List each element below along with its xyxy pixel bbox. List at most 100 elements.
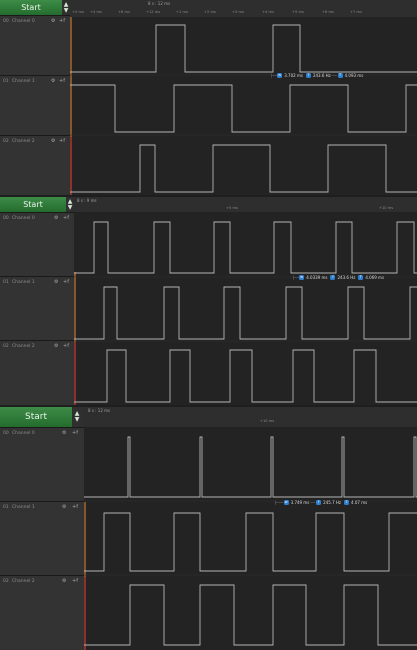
- width-icon: w: [283, 500, 289, 505]
- tick-label: +10 ms: [379, 206, 394, 210]
- plus-f-icon[interactable]: +f: [63, 215, 69, 221]
- tick-label: +7 ms: [350, 10, 362, 14]
- channel-label-1[interactable]: 01 Channel 1 ⚙ +f: [0, 75, 70, 135]
- channel-number: 00: [3, 431, 9, 436]
- plus-f-icon[interactable]: +f: [72, 430, 78, 436]
- channel-label-1[interactable]: 01 Channel 1 ⚙ +f: [0, 276, 74, 340]
- channel-number: 01: [3, 79, 9, 84]
- channel-1-waveform: [70, 84, 417, 133]
- tick-label: +0 ms: [72, 10, 84, 14]
- period-value: 4.093 ms: [344, 73, 364, 78]
- plus-f-icon[interactable]: +f: [63, 343, 69, 349]
- channel-0-waveform: [84, 436, 417, 498]
- channel-2-waveform: [84, 584, 417, 646]
- measure-bracket: ├──: [270, 73, 278, 78]
- plus-f-icon[interactable]: +f: [59, 18, 65, 24]
- tick-label: +12 ms: [146, 10, 161, 14]
- measure-bracket: ├───: [274, 500, 284, 505]
- channel-name: Channel 1: [12, 280, 35, 285]
- measurement-readout[interactable]: ├─── w 3.749 ms ── f 245.7 Hz T 4.07 ms: [274, 500, 367, 505]
- channel-1-waveform: [74, 286, 417, 340]
- tick-label: +4 ms: [90, 10, 102, 14]
- gear-icon[interactable]: ⚙: [51, 138, 55, 144]
- timeline-ruler[interactable]: 8 s : 12 ms +10 ms: [84, 407, 417, 428]
- channel-label-0[interactable]: 00 Channel 0 ⚙ +f: [0, 212, 74, 276]
- plus-f-icon[interactable]: +f: [63, 279, 69, 285]
- plus-f-icon[interactable]: +f: [72, 578, 78, 584]
- frequency-icon: f: [330, 275, 336, 280]
- period-icon: T: [344, 500, 350, 505]
- width-icon: w: [299, 275, 305, 280]
- gear-icon[interactable]: ⚙: [51, 18, 55, 24]
- channel-name: Channel 0: [12, 19, 35, 24]
- measure-bracket: ├──: [292, 275, 300, 280]
- waveform-area[interactable]: ├── w 3.702 ms f 243.6 Hz ── T 4.093 ms: [70, 17, 417, 195]
- chevron-down-icon: ▼: [67, 203, 73, 211]
- channel-name: Channel 0: [12, 431, 35, 436]
- capture-panel-3: Start ▲ ▼ 00 Channel 0 ⚙ +f 01 Channel 1 …: [0, 407, 417, 650]
- plus-f-icon[interactable]: +f: [72, 504, 78, 510]
- channel-name: Channel 1: [12, 79, 35, 84]
- plus-f-icon[interactable]: +f: [59, 78, 65, 84]
- start-button[interactable]: Start: [0, 407, 72, 428]
- channel-label-2[interactable]: 02 Channel 2 ⚙ +f: [0, 340, 74, 405]
- chevron-down-icon: ▼: [63, 6, 69, 14]
- measurement-readout[interactable]: ├── w 3.702 ms f 243.6 Hz ── T 4.093 ms: [270, 73, 363, 78]
- measure-line: ──: [331, 73, 337, 78]
- chevron-down-icon: ▼: [74, 416, 80, 423]
- channel-name: Channel 0: [12, 216, 35, 221]
- channel-label-1[interactable]: 01 Channel 1 ⚙ +f: [0, 501, 84, 575]
- channel-1-waveform: [84, 512, 417, 572]
- channel-label-0[interactable]: 00 Channel 0 ⚙ +f: [0, 427, 84, 501]
- waveform-svg: [84, 436, 417, 650]
- channel-label-0[interactable]: 00 Channel 0 ⚙ +f: [0, 15, 70, 75]
- trigger-selector[interactable]: ▲ ▼: [73, 407, 81, 427]
- gear-icon[interactable]: ⚙: [54, 279, 58, 285]
- channel-name: Channel 2: [12, 139, 35, 144]
- channel-label-2[interactable]: 02 Channel 2 ⚙ +f: [0, 575, 84, 650]
- channel-2-waveform: [74, 349, 417, 403]
- tick-label: +10 ms: [260, 419, 275, 423]
- measure-line: ──: [310, 500, 316, 505]
- channel-0-waveform: [74, 221, 417, 274]
- channel-number: 00: [3, 216, 9, 221]
- tick-label: +5 ms: [226, 206, 238, 210]
- frequency-value: 245.7 Hz: [323, 500, 342, 505]
- channel-name: Channel 2: [12, 579, 35, 584]
- period-icon: T: [337, 73, 343, 78]
- gear-icon[interactable]: ⚙: [62, 504, 66, 510]
- tick-label: +8 ms: [118, 10, 130, 14]
- tick-label: +6 ms: [322, 10, 334, 14]
- waveform-svg: [70, 17, 417, 195]
- waveform-svg: [74, 221, 417, 405]
- waveform-area[interactable]: ├─── w 3.749 ms ── f 245.7 Hz T 4.07 ms: [84, 427, 417, 650]
- channel-label-2[interactable]: 02 Channel 2 ⚙ +f: [0, 135, 70, 195]
- capture-panel-1: Start ▲ ▼ 00 Channel 0 ⚙ +f 01 Channel 1 …: [0, 0, 417, 195]
- tick-label: +4 ms: [262, 10, 274, 14]
- time-range: 8 s : 12 ms: [148, 1, 171, 6]
- timeline-ruler[interactable]: 8 s : 9 ms +5 ms +10 ms: [74, 197, 417, 213]
- channel-number: 01: [3, 505, 9, 510]
- timeline-ruler[interactable]: 8 s : 12 ms +0 ms +4 ms +8 ms +12 ms +1 …: [70, 0, 417, 18]
- start-button[interactable]: Start: [0, 0, 62, 16]
- channel-sidebar: Start ▲ ▼ 00 Channel 0 ⚙ +f 01 Channel 1 …: [0, 197, 75, 405]
- trigger-selector[interactable]: ▲ ▼: [66, 197, 74, 212]
- channel-number: 02: [3, 139, 9, 144]
- frequency-value: 243.6 Hz: [312, 73, 331, 78]
- channel-number: 02: [3, 344, 9, 349]
- gear-icon[interactable]: ⚙: [51, 78, 55, 84]
- channel-number: 01: [3, 280, 9, 285]
- waveform-area[interactable]: ├── w 4.0339 ms f 243.6 Hz T 4.069 ms: [74, 212, 417, 405]
- gear-icon[interactable]: ⚙: [62, 430, 66, 436]
- plus-f-icon[interactable]: +f: [59, 138, 65, 144]
- measurement-readout[interactable]: ├── w 4.0339 ms f 243.6 Hz T 4.069 ms: [292, 275, 384, 280]
- period-icon: T: [358, 275, 364, 280]
- trigger-selector[interactable]: ▲ ▼: [62, 0, 70, 15]
- gear-icon[interactable]: ⚙: [54, 215, 58, 221]
- start-button[interactable]: Start: [0, 197, 66, 213]
- gear-icon[interactable]: ⚙: [62, 578, 66, 584]
- frequency-icon: f: [316, 500, 322, 505]
- tick-label: +5 ms: [292, 10, 304, 14]
- frequency-value: 243.6 Hz: [337, 275, 356, 280]
- gear-icon[interactable]: ⚙: [54, 343, 58, 349]
